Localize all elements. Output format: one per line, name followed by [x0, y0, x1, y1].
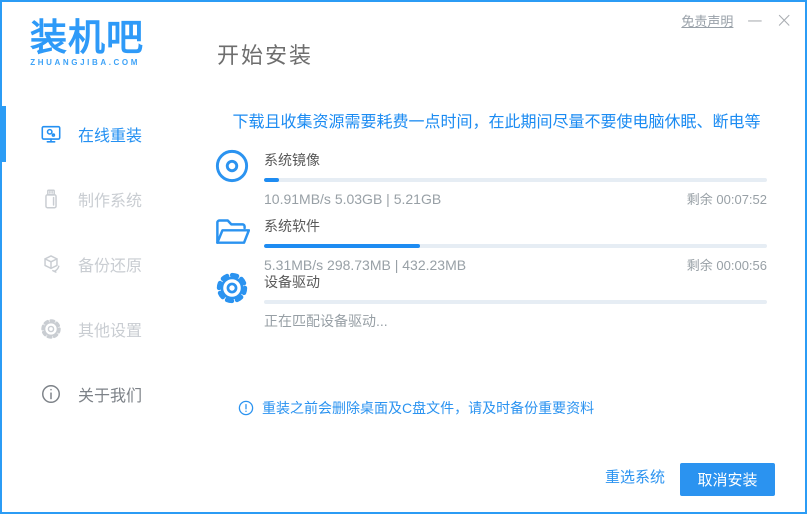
task-row-system-image: 系统镜像 10.91MB/s 5.03GB | 5.21GB 剩余 00:07:…	[214, 148, 767, 208]
titlebar-controls: 免责声明 — ×	[681, 10, 793, 31]
progress-bar	[264, 244, 767, 248]
sidebar-item-about-us[interactable]: 关于我们	[2, 372, 202, 416]
disclaimer-link[interactable]: 免责声明	[681, 11, 733, 30]
gear-icon	[214, 270, 250, 306]
task-remaining: 剩余 00:07:52	[686, 192, 767, 207]
progress-fill	[264, 178, 280, 182]
backup-warning-note: 重装之前会删除桌面及C盘文件，请及时备份重要资料	[238, 398, 594, 418]
close-button[interactable]: ×	[775, 10, 793, 31]
task-row-system-software: 系统软件 5.31MB/s 298.73MB | 432.23MB 剩余 00:…	[214, 214, 767, 274]
sidebar-item-label: 在线重装	[78, 128, 143, 145]
page-title: 开始安装	[217, 43, 314, 68]
sidebar-item-label: 备份还原	[78, 258, 143, 275]
notice-text: 下载且收集资源需要耗费一点时间，在此期间尽量不要使电脑休眠、断电等	[232, 114, 761, 131]
alert-circle-icon	[238, 400, 254, 416]
sidebar-item-other-settings[interactable]: 其他设置	[2, 307, 202, 351]
task-name: 系统软件	[264, 218, 320, 234]
folder-icon	[214, 214, 250, 250]
app-logo: 装机吧 ZHUANGJIBA.COM	[30, 14, 144, 68]
settings-gear-icon	[40, 318, 62, 340]
task-name: 系统镜像	[264, 152, 320, 168]
reselect-system-button[interactable]: 重选系统	[605, 466, 665, 487]
task-name: 设备驱动	[264, 274, 320, 290]
progress-fill	[264, 244, 420, 248]
sidebar-item-label: 关于我们	[78, 388, 143, 405]
progress-bar	[264, 300, 767, 304]
progress-bar	[264, 178, 767, 182]
sidebar-item-online-reinstall[interactable]: 在线重装	[2, 106, 202, 162]
usb-drive-icon	[40, 188, 62, 210]
main-content: 下载且收集资源需要耗费一点时间，在此期间尽量不要使电脑休眠、断电等 系统镜像 1…	[202, 92, 805, 512]
logo-text: 装机吧	[30, 17, 144, 58]
warning-note-text: 重装之前会删除桌面及C盘文件，请及时备份重要资料	[262, 400, 595, 416]
logo-domain: ZHUANGJIBA.COM	[30, 58, 140, 68]
backup-restore-icon	[40, 253, 62, 275]
sidebar-item-label: 其他设置	[78, 323, 143, 340]
sidebar: 在线重装 制作系统 备份还原 其他设置 关于我们	[2, 92, 202, 512]
sidebar-item-label: 制作系统	[78, 193, 143, 210]
disc-icon	[214, 148, 250, 184]
minimize-button[interactable]: —	[747, 13, 762, 28]
sidebar-item-backup-restore[interactable]: 备份还原	[2, 242, 202, 286]
task-stats: 正在匹配设备驱动...	[264, 313, 388, 329]
task-row-device-driver: 设备驱动 正在匹配设备驱动...	[214, 270, 767, 331]
sidebar-item-make-system[interactable]: 制作系统	[2, 177, 202, 221]
task-stats: 10.91MB/s 5.03GB | 5.21GB	[264, 191, 442, 207]
app-window: 免责声明 — × 装机吧 ZHUANGJIBA.COM 开始安装 在线重装 制作…	[0, 0, 807, 514]
info-circle-icon	[40, 383, 62, 405]
monitor-reinstall-icon	[40, 123, 62, 145]
cancel-install-button[interactable]: 取消安装	[680, 463, 775, 496]
